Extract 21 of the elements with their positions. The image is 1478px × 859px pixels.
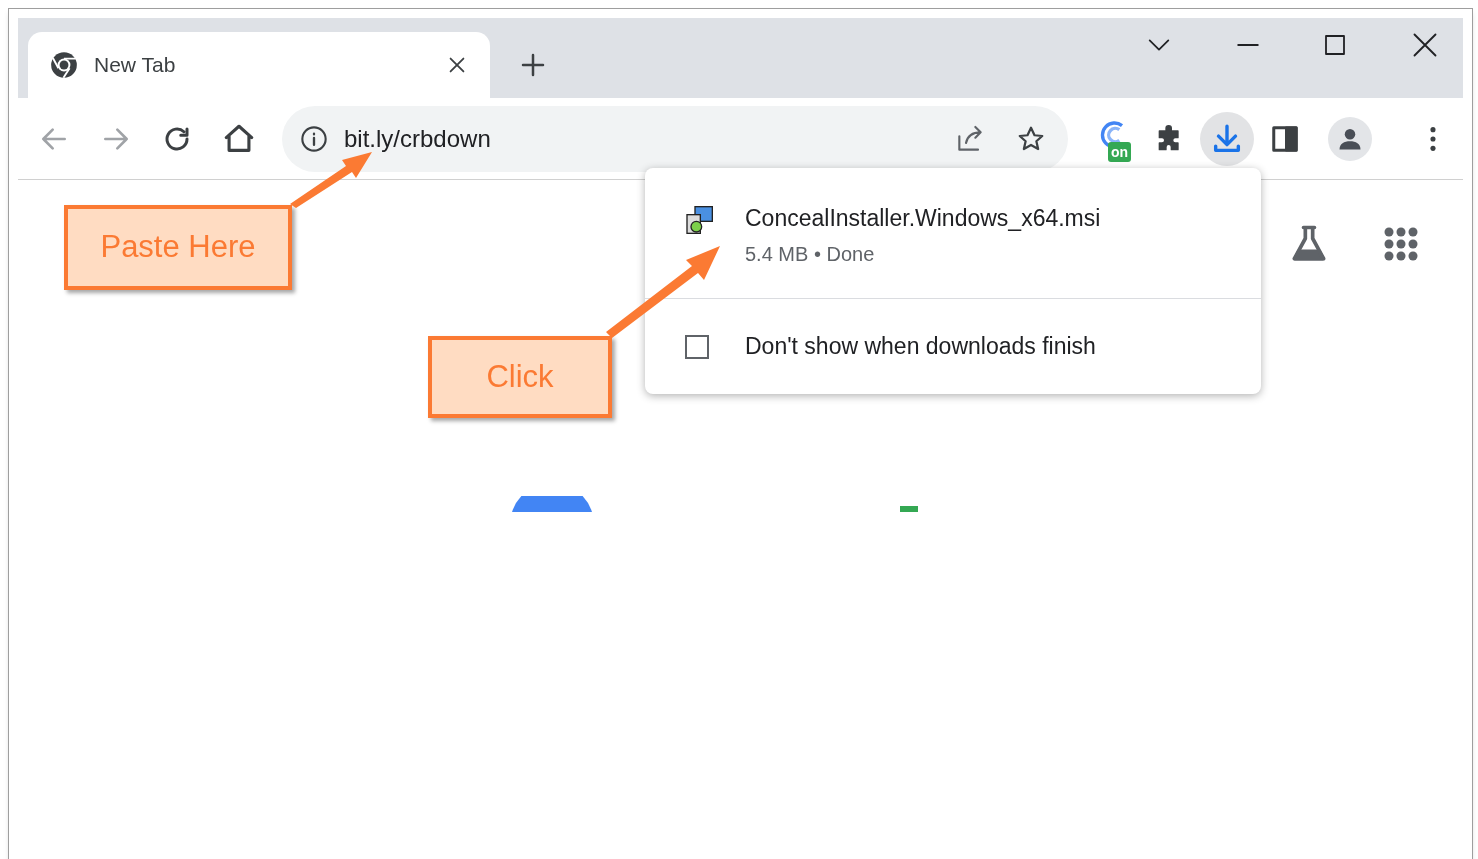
maximize-icon[interactable] [1323, 33, 1347, 57]
profile-button[interactable] [1328, 116, 1372, 161]
browser-logo-icon [50, 51, 78, 79]
apps-grid-icon[interactable] [1383, 226, 1419, 262]
status-badge: on [1108, 141, 1132, 162]
side-panel-icon[interactable] [1270, 123, 1300, 154]
callout-text: Click [486, 357, 554, 396]
address-bar[interactable]: bit.ly/crbdown [282, 105, 1068, 172]
info-icon[interactable] [300, 124, 328, 153]
file-name[interactable]: ConcealInstaller.Windows_x64.msi [745, 204, 1101, 232]
close-icon[interactable] [1411, 31, 1439, 59]
checkbox-label: Don't show when downloads finish [745, 332, 1096, 362]
checkbox[interactable] [685, 334, 709, 359]
installer-file-icon [683, 204, 715, 236]
download-button[interactable] [1200, 111, 1254, 166]
menu-icon[interactable] [1429, 124, 1437, 153]
callout-text: Paste Here [100, 228, 256, 267]
browser-tab[interactable]: New Tab [28, 32, 490, 98]
url-text: bit.ly/crbdown [344, 123, 492, 154]
tab-title: New Tab [94, 52, 177, 79]
download-status: 5.4 MB • Done [745, 242, 876, 266]
